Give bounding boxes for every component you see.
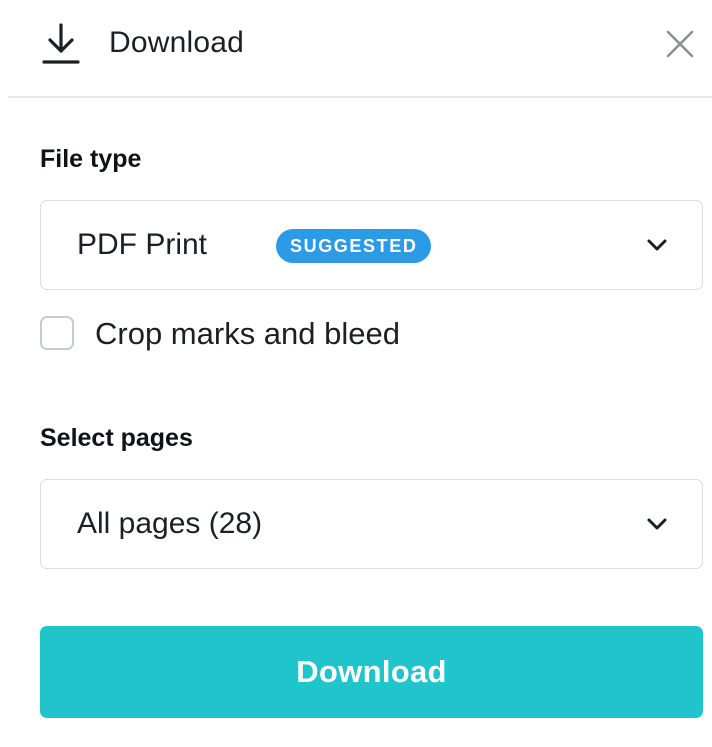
panel-title: Download: [109, 26, 245, 59]
select-pages-value: All pages (28): [77, 507, 263, 540]
select-pages-select[interactable]: All pages (28): [40, 479, 703, 569]
chevron-down-icon: [647, 518, 667, 530]
file-type-select[interactable]: PDF Print SUGGESTED: [40, 200, 703, 290]
crop-marks-checkbox[interactable]: [40, 316, 74, 350]
chevron-down-icon: [647, 239, 667, 251]
file-type-label: File type: [40, 145, 142, 173]
select-pages-label: Select pages: [40, 424, 193, 452]
file-type-value: PDF Print: [77, 228, 208, 261]
download-icon: [42, 23, 80, 64]
crop-marks-label: Crop marks and bleed: [95, 316, 400, 351]
download-button[interactable]: Download: [40, 626, 703, 718]
download-panel: Download File type PDF Print SUGGESTED C…: [0, 0, 712, 747]
close-icon[interactable]: [660, 24, 700, 64]
suggested-badge: SUGGESTED: [276, 229, 432, 263]
panel-header: Download: [8, 0, 712, 98]
